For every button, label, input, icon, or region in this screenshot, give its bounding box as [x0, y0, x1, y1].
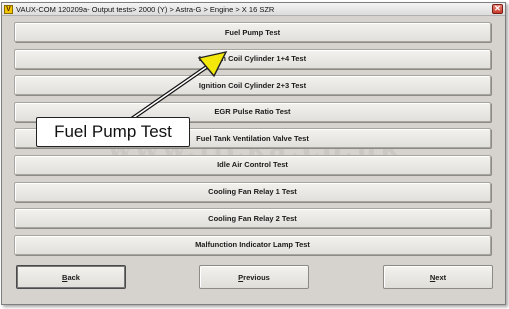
cooling-fan-relay-1-test-button[interactable]: Cooling Fan Relay 1 Test	[14, 181, 491, 202]
idle-air-control-test-button[interactable]: Idle Air Control Test	[14, 154, 491, 175]
back-label: ack	[67, 272, 80, 282]
cooling-fan-relay-2-test-button[interactable]: Cooling Fan Relay 2 Test	[14, 208, 491, 229]
close-icon[interactable]: ✕	[492, 4, 503, 14]
previous-label: revious	[243, 272, 270, 282]
title-bar[interactable]: V VAUX-COM 120209a- Output tests> 2000 (…	[2, 3, 505, 16]
app-icon: V	[4, 4, 13, 14]
next-label: ext	[435, 272, 447, 282]
ignition-coil-1-4-test-button[interactable]: Ignition Coil Cylinder 1+4 Test	[14, 48, 491, 69]
window-title: VAUX-COM 120209a- Output tests> 2000 (Y)…	[16, 4, 275, 14]
callout-label: Fuel Pump Test	[36, 117, 190, 147]
next-button[interactable]: Next	[383, 265, 493, 289]
ignition-coil-2-3-test-button[interactable]: Ignition Coil Cylinder 2+3 Test	[14, 75, 491, 96]
previous-button[interactable]: Previous	[199, 265, 309, 289]
malfunction-indicator-lamp-test-button[interactable]: Malfunction Indicator Lamp Test	[14, 234, 491, 255]
back-button[interactable]: Back	[16, 265, 126, 289]
fuel-pump-test-button[interactable]: Fuel Pump Test	[14, 22, 491, 42]
